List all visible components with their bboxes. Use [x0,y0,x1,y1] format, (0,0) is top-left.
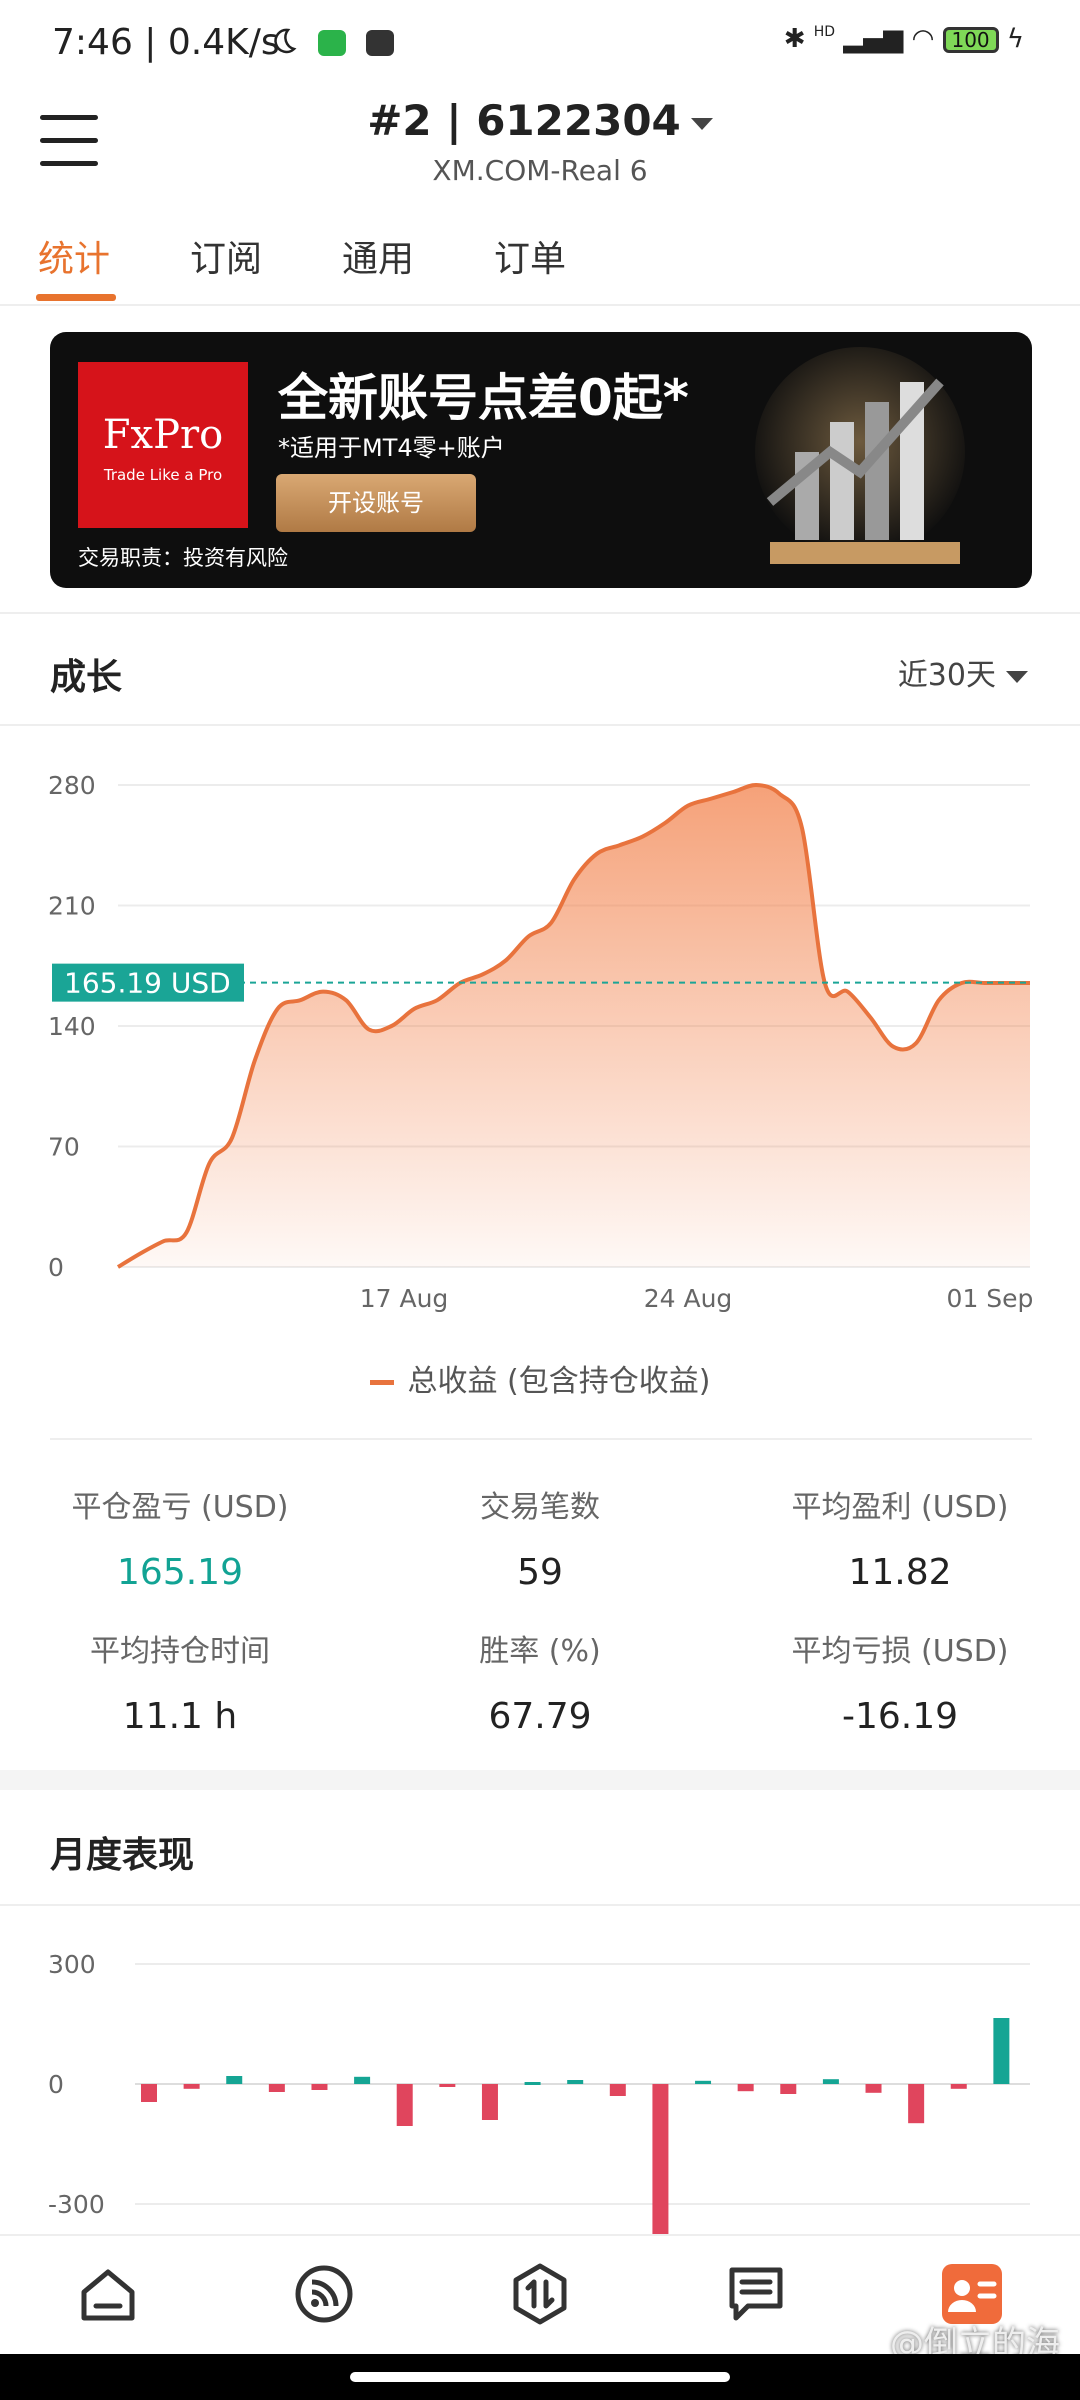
monthly-chart: 300 0 -300 [48,1950,1030,2234]
growth-chart: 0 70 140 210 280 165.19 USD 17 Aug 24 Aug 01 Sep [48,771,1034,1313]
charging-icon: ϟ [1006,24,1024,54]
monthly-bar [950,2084,967,2089]
account-server: XM.COM-Real 6 [432,154,648,187]
y-tick-label: -300 [48,2190,105,2219]
monthly-bar [354,2076,371,2084]
growth-legend: 总收益 (包含持仓收益) [0,1356,1080,1400]
period-selector[interactable]: 近30天 [898,650,1028,694]
divider [0,612,1080,614]
wechat-icon [318,30,346,56]
moon-icon [274,28,297,54]
y-tick-label: 70 [48,1133,80,1162]
banner-risk-text: 交易职责：投资有风险 [78,546,288,570]
home-indicator[interactable] [350,2372,730,2382]
status-time: 7:46 | 0.4K/s [52,22,280,63]
banner-headline: 全新账号点差0起* [278,369,689,427]
tab-orders[interactable]: 订单 [494,230,566,282]
bluetooth-icon: ✱ [783,24,806,54]
tab-general[interactable]: 通用 [342,230,414,282]
status-bar: 7:46 | 0.4K/s ✱ HD ▂▄▆ ◠ 100 ϟ [0,0,1080,92]
account-title[interactable]: #2 | 6122304 [0,96,1080,145]
section-separator [0,1770,1080,1790]
monthly-bar [439,2084,456,2087]
reference-label: 165.19 USD [64,967,231,1000]
divider [0,724,1080,726]
x-tick-label: 01 Sep [947,1284,1034,1313]
monthly-bar [652,2084,669,2234]
trade-icon[interactable] [508,2262,572,2326]
monthly-title: 月度表现 [50,1835,195,1876]
chevron-down-icon [690,117,713,130]
y-tick-label: 0 [48,1253,64,1282]
y-tick-label: 280 [48,771,96,800]
y-tick-label: 300 [48,1950,96,1979]
monthly-bar [822,2079,839,2084]
monthly-bar [268,2084,285,2092]
tab-statistics[interactable]: 统计 [38,230,110,282]
monthly-bar [737,2084,754,2092]
wifi-icon: ◠ [911,24,935,54]
battery-icon: 100 [942,26,999,53]
status-right: ✱ HD ▂▄▆ ◠ 100 ϟ [783,24,1024,54]
chevron-down-icon [1006,670,1028,683]
stat-closed-pnl: 平仓盈亏 (USD) 165.19 [71,1490,289,1593]
monthly-bar [908,2084,925,2124]
monthly-bar [396,2084,413,2126]
monthly-bar [226,2076,243,2084]
stat-avg-loss: 平均亏损 (USD) -16.19 [791,1634,1009,1737]
x-tick-label: 17 Aug [360,1284,449,1313]
ad-banner[interactable]: FxPro Trade Like a Pro 全新账号点差0起* *适用于MT4… [50,332,1032,588]
tab-indicator [36,294,116,301]
divider [50,1438,1032,1440]
monthly-bar [865,2084,882,2093]
fxpro-logo: FxPro Trade Like a Pro [78,362,248,528]
tab-subscribe[interactable]: 订阅 [190,230,262,282]
monthly-bar [183,2084,200,2089]
monthly-bar [311,2084,328,2090]
legend-swatch [369,1380,394,1385]
y-tick-label: 210 [48,892,96,921]
monthly-bar [567,2080,584,2084]
monthly-bar [993,2018,1010,2084]
tab-bar: 统计 订阅 通用 订单 [0,222,1080,306]
signal-icon[interactable] [292,2262,356,2326]
monthly-bar [780,2084,797,2094]
monthly-bar [524,2082,541,2085]
divider [0,1904,1080,1906]
news-icon[interactable] [724,2262,788,2326]
stat-trade-count: 交易笔数 59 [480,1490,600,1593]
stat-win-rate: 胜率 (%) 67.79 [479,1634,601,1737]
open-account-button[interactable]: 开设账号 [276,474,476,532]
stat-avg-hold-time: 平均持仓时间 11.1 h [90,1634,270,1737]
y-tick-label: 0 [48,2070,64,2099]
banner-subline: *适用于MT4零+账户 [278,434,505,462]
monthly-bar [695,2080,712,2084]
monthly-bar [141,2084,157,2102]
home-icon[interactable] [76,2262,140,2326]
y-tick-label: 140 [48,1012,96,1041]
monthly-bar [481,2084,498,2120]
stat-avg-profit: 平均盈利 (USD) 11.82 [791,1490,1009,1593]
x-tick-label: 24 Aug [644,1284,733,1313]
monthly-bar [609,2084,626,2096]
bar-chart-graphic-icon [755,347,965,564]
growth-title: 成长 [50,657,123,698]
camera-app-icon [366,30,394,56]
signal-bars-icon: ▂▄▆ [843,24,904,54]
